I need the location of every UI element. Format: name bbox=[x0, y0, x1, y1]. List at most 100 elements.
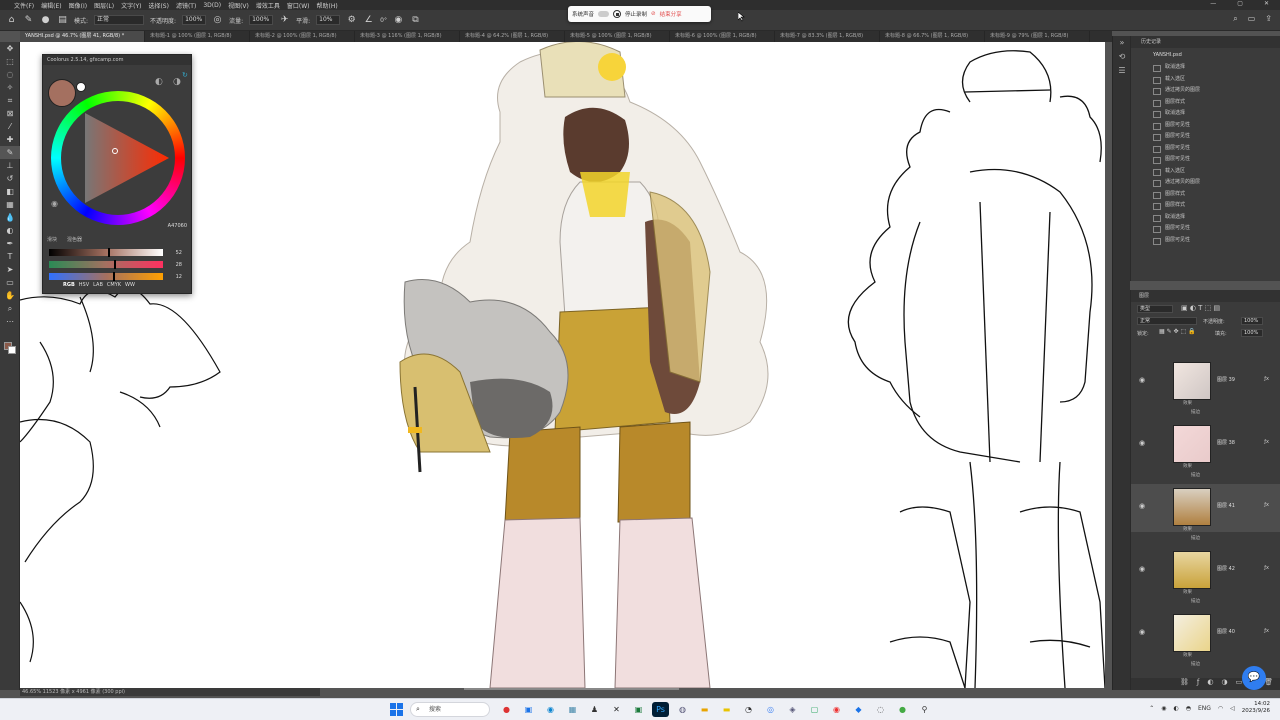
eye-icon[interactable]: ◉ bbox=[1139, 628, 1145, 636]
app-icon[interactable]: ⚲ bbox=[916, 702, 933, 717]
doc-tab[interactable]: 未标题-2 @ 100% (图层 1, RGB/8) bbox=[250, 31, 355, 42]
link-icon[interactable]: ⛓ bbox=[1180, 678, 1189, 690]
app-icon[interactable]: ◍ bbox=[674, 702, 691, 717]
app-icon[interactable]: ✕ bbox=[608, 702, 625, 717]
eye-icon[interactable]: ◉ bbox=[1139, 565, 1145, 573]
brush-tool-icon[interactable]: ✎ bbox=[23, 15, 34, 26]
app-icon[interactable]: ◆ bbox=[850, 702, 867, 717]
layer-stroke-label[interactable]: 描边 bbox=[1191, 535, 1200, 541]
doc-tab[interactable]: 未标题-1 @ 100% (图层 1, RGB/8) bbox=[145, 31, 250, 42]
move-tool-icon[interactable]: ✥ bbox=[0, 42, 20, 55]
menu-plugins[interactable]: 增效工具 bbox=[256, 1, 280, 10]
path-select-icon[interactable]: ➤ bbox=[0, 263, 20, 276]
crop-tool-icon[interactable]: ⌗ bbox=[0, 94, 20, 107]
app-icon[interactable]: ▦ bbox=[564, 702, 581, 717]
menu-file[interactable]: 文件(F) bbox=[14, 1, 34, 10]
app-icon[interactable]: ◉ bbox=[828, 702, 845, 717]
slider-track[interactable] bbox=[49, 260, 163, 269]
app-icon[interactable]: ▣ bbox=[630, 702, 647, 717]
pressure-size-icon[interactable]: ◉ bbox=[393, 15, 404, 26]
menu-window[interactable]: 窗口(W) bbox=[287, 1, 310, 10]
chrome-icon[interactable]: ◎ bbox=[762, 702, 779, 717]
layer-name[interactable]: 图层 41 bbox=[1217, 502, 1235, 509]
model-cmyk[interactable]: CMYK bbox=[107, 282, 121, 288]
color-triangle[interactable] bbox=[51, 91, 185, 225]
doc-tab[interactable]: YANSHI.psd @ 46.7% (图层 41, RGB/8) * bbox=[20, 31, 145, 42]
photoshop-icon[interactable]: Ps bbox=[652, 702, 669, 717]
layer-row[interactable]: ◉ 图层 42 ƒx 效果 描边 bbox=[1131, 547, 1280, 604]
layer-fill-field[interactable]: 100% bbox=[1241, 329, 1263, 337]
app-icon[interactable]: ● bbox=[894, 702, 911, 717]
pressure-opacity-icon[interactable]: ◎ bbox=[212, 15, 223, 26]
collapse-icon[interactable]: » bbox=[1113, 36, 1131, 50]
color-wheel[interactable] bbox=[51, 91, 185, 225]
language-indicator[interactable]: ENG bbox=[1198, 705, 1211, 712]
fx-icon[interactable]: ƒ bbox=[1197, 678, 1199, 690]
slider-row[interactable]: 28 bbox=[49, 260, 187, 269]
wifi-icon[interactable]: ◠ bbox=[1218, 705, 1223, 712]
eye-icon[interactable]: ◉ bbox=[1139, 502, 1145, 510]
layer-name[interactable]: 图层 39 bbox=[1217, 376, 1235, 383]
chat-bubble-icon[interactable]: 💬 bbox=[1242, 666, 1266, 690]
menu-layer[interactable]: 图层(L) bbox=[94, 1, 114, 10]
end-share-icon[interactable]: ⊘ bbox=[651, 11, 656, 17]
history-brush-icon[interactable]: ↺ bbox=[0, 172, 20, 185]
history-item[interactable]: 取消选择 bbox=[1131, 212, 1280, 224]
layer-effects-label[interactable]: 效果 bbox=[1183, 400, 1192, 406]
blur-tool-icon[interactable]: 💧 bbox=[0, 211, 20, 224]
history-title[interactable]: 历史记录 bbox=[1131, 36, 1280, 48]
history-item[interactable]: 载入选区 bbox=[1131, 74, 1280, 86]
search-icon[interactable]: ⌕ bbox=[1233, 14, 1237, 24]
more-tools-icon[interactable]: ⋯ bbox=[0, 315, 20, 328]
app-icon[interactable]: ● bbox=[498, 702, 515, 717]
slider-value[interactable]: 12 bbox=[166, 274, 182, 280]
fx-badge-icon[interactable]: ƒx bbox=[1264, 439, 1269, 445]
app-icon[interactable]: ◌ bbox=[872, 702, 889, 717]
history-icon[interactable]: ⟲ bbox=[1113, 50, 1131, 64]
fx-badge-icon[interactable]: ƒx bbox=[1264, 502, 1269, 508]
layer-thumbnail[interactable] bbox=[1173, 488, 1211, 526]
end-share-button[interactable]: 结束分享 bbox=[660, 10, 682, 18]
edge-icon[interactable]: ◉ bbox=[542, 702, 559, 717]
doc-tab[interactable]: 未标题-3 @ 116% (图层 1, RGB/8) bbox=[355, 31, 460, 42]
layer-row[interactable]: ◉ 图层 39 ƒx 效果 描边 bbox=[1131, 358, 1280, 415]
app-icon[interactable]: ◈ bbox=[784, 702, 801, 717]
brush-preset-icon[interactable]: ● bbox=[40, 15, 51, 26]
layer-effects-label[interactable]: 效果 bbox=[1183, 589, 1192, 595]
hex-value[interactable]: A47060 bbox=[168, 223, 187, 229]
layer-row[interactable]: ◉ 图层 41 ƒx 效果描边 bbox=[1131, 484, 1280, 541]
close-icon[interactable]: ✕ bbox=[1264, 0, 1269, 7]
lock-icons[interactable]: ▦ ✎ ✥ ⬚ 🔒 bbox=[1159, 328, 1196, 335]
eye-icon[interactable]: ◉ bbox=[1139, 439, 1145, 447]
clock[interactable]: 14:02 2023/9/26 bbox=[1242, 701, 1270, 715]
slider-track[interactable] bbox=[49, 272, 163, 281]
pen-tool-icon[interactable]: ✒ bbox=[0, 237, 20, 250]
hand-tool-icon[interactable]: ✋ bbox=[0, 289, 20, 302]
background-color[interactable] bbox=[8, 346, 16, 354]
layer-name[interactable]: 图层 40 bbox=[1217, 628, 1235, 635]
flow-field[interactable]: 100% bbox=[249, 15, 274, 25]
gradient-tool-icon[interactable]: ▦ bbox=[0, 198, 20, 211]
mask-icon[interactable]: ◐ bbox=[1207, 678, 1213, 690]
layer-thumbnail[interactable] bbox=[1173, 362, 1211, 400]
history-item[interactable]: 图层可见性 bbox=[1131, 235, 1280, 247]
menu-select[interactable]: 选择(S) bbox=[148, 1, 169, 10]
airbrush-icon[interactable]: ✈ bbox=[279, 15, 290, 26]
layer-effects-label[interactable]: 效果 bbox=[1183, 652, 1192, 658]
type-tool-icon[interactable]: T bbox=[0, 250, 20, 263]
tray-app-icon[interactable]: ◐ bbox=[1173, 705, 1178, 712]
layer-name[interactable]: 图层 42 bbox=[1217, 565, 1235, 572]
system-sound-toggle[interactable] bbox=[598, 11, 610, 17]
layer-effects-label[interactable]: 效果 bbox=[1183, 526, 1192, 532]
history-item[interactable]: 图层样式 bbox=[1131, 189, 1280, 201]
history-snapshot[interactable]: YANSHI.psd bbox=[1131, 48, 1280, 62]
history-item[interactable]: 取消选择 bbox=[1131, 62, 1280, 74]
scrollbar-thumb[interactable] bbox=[464, 688, 679, 690]
brush-tool-icon[interactable]: ✎ bbox=[0, 146, 20, 159]
history-item[interactable]: 图层可见性 bbox=[1131, 120, 1280, 132]
previous-color-swatch[interactable] bbox=[76, 82, 86, 92]
opacity-field[interactable]: 100% bbox=[182, 15, 207, 25]
history-item[interactable]: 载入选区 bbox=[1131, 166, 1280, 178]
layer-stroke-label[interactable]: 描边 bbox=[1191, 409, 1200, 415]
menu-filter[interactable]: 滤镜(T) bbox=[176, 1, 196, 10]
